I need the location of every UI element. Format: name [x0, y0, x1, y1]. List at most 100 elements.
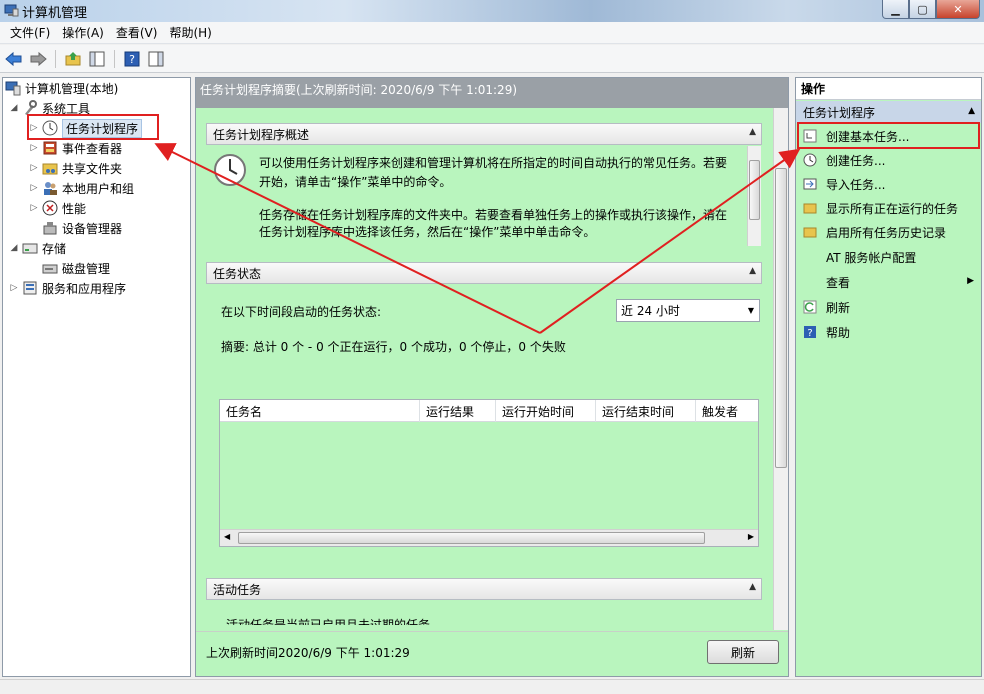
console-tree[interactable]: 计算机管理(本地) ◢ 系统工具 ▷ 任务计划程序 ▷ 事件查看器 ▷ 共享文件… — [2, 77, 191, 677]
performance-icon — [42, 200, 58, 216]
refresh-button[interactable]: 刷新 — [707, 640, 779, 664]
tree-node-label: 共享文件夹 — [62, 161, 123, 176]
tree-node-local-users[interactable]: ▷ 本地用户和组 — [29, 178, 134, 198]
up-level-button[interactable] — [63, 49, 83, 69]
actions-group-header[interactable]: 任务计划程序 ▲ — [796, 101, 981, 123]
action-at-service-config[interactable]: AT 服务帐户配置 — [796, 245, 981, 269]
tree-node-services-apps[interactable]: ▷ 服务和应用程序 — [9, 278, 126, 298]
action-label: 显示所有正在运行的任务 — [826, 201, 959, 216]
show-hide-action-pane-button[interactable] — [146, 49, 166, 69]
menu-view[interactable]: 查看(V) — [110, 24, 164, 41]
tree-node-label: 存储 — [42, 241, 67, 256]
expanded-arrow-icon[interactable]: ◢ — [9, 103, 19, 113]
action-create-task[interactable]: 创建任务... — [796, 148, 981, 172]
overview-section-header[interactable]: 任务计划程序概述 ▲ — [206, 123, 762, 145]
show-hide-tree-button[interactable] — [87, 49, 107, 69]
forward-button[interactable] — [28, 49, 48, 69]
table-horizontal-scrollbar[interactable]: ◀ ▶ — [220, 529, 758, 546]
action-label: 帮助 — [826, 325, 851, 340]
action-enable-history[interactable]: 启用所有任务历史记录 — [796, 220, 981, 244]
tree-node-label: 本地用户和组 — [62, 181, 135, 196]
column-header-run-end[interactable]: 运行结束时间 — [596, 400, 696, 422]
tree-node-root[interactable]: 计算机管理(本地) — [5, 78, 118, 98]
close-button[interactable]: ✕ — [936, 0, 980, 19]
period-label: 在以下时间段启动的任务状态: — [221, 305, 382, 319]
tree-node-shared-folders[interactable]: ▷ 共享文件夹 — [29, 158, 122, 178]
collapse-icon[interactable]: ▲ — [749, 266, 756, 276]
tree-node-label: 设备管理器 — [62, 221, 123, 236]
back-button[interactable] — [4, 49, 24, 69]
column-header-run-start[interactable]: 运行开始时间 — [496, 400, 596, 422]
toolbar-separator — [55, 49, 56, 68]
tree-node-disk-management[interactable]: 磁盘管理 — [42, 258, 110, 278]
scrollbar-thumb[interactable] — [775, 168, 787, 468]
tree-node-label: 磁盘管理 — [62, 261, 111, 276]
collapsed-arrow-icon[interactable]: ▷ — [29, 203, 39, 213]
period-select[interactable]: 近 24 小时 ▼ — [616, 299, 760, 322]
center-scrollbar[interactable] — [773, 108, 788, 630]
task-scheduler-clock-icon — [214, 154, 246, 186]
tree-node-label: 计算机管理(本地) — [25, 81, 119, 96]
minimize-button[interactable]: ▁ — [882, 0, 909, 19]
action-import-task[interactable]: 导入任务... — [796, 172, 981, 196]
overview-text-line: 开始，请单击“操作”菜单中的命令。 — [259, 175, 452, 189]
summary-header: 任务计划程序摘要(上次刷新时间: 2020/6/9 下午 1:01:29) — [196, 78, 788, 108]
collapse-icon[interactable]: ▲ — [749, 127, 756, 137]
menu-file[interactable]: 文件(F) — [4, 24, 56, 41]
scrollbar-thumb[interactable] — [749, 160, 760, 220]
users-icon — [42, 180, 58, 196]
action-refresh[interactable]: 刷新 — [796, 295, 981, 319]
column-header-run-result[interactable]: 运行结果 — [420, 400, 496, 422]
chevron-down-icon: ▼ — [747, 306, 754, 315]
tree-node-event-viewer[interactable]: ▷ 事件查看器 — [29, 138, 122, 158]
overview-text-line: 任务计划程序库中选择该任务，然后在“操作”菜单中单击命令。 — [259, 225, 596, 239]
window-title: 计算机管理 — [22, 6, 88, 21]
action-help[interactable]: ? 帮助 — [796, 320, 981, 344]
status-title: 任务状态 — [213, 266, 262, 281]
action-show-running-tasks[interactable]: 显示所有正在运行的任务 — [796, 196, 981, 220]
tree-node-performance[interactable]: ▷ 性能 — [29, 198, 86, 218]
tree-node-device-manager[interactable]: 设备管理器 — [42, 218, 122, 238]
action-label: 启用所有任务历史记录 — [826, 225, 947, 240]
forward-arrow-icon — [30, 51, 47, 66]
active-section-header[interactable]: 活动任务 ▲ — [206, 578, 762, 600]
help-button[interactable]: ? — [122, 49, 142, 69]
scroll-right-icon[interactable]: ▶ — [748, 532, 754, 541]
table-header: 任务名 运行结果 运行开始时间 运行结束时间 触发者 — [220, 400, 758, 422]
collapsed-arrow-icon[interactable]: ▷ — [29, 143, 39, 153]
title-bar: 计算机管理 ▁ ▢ ✕ — [0, 0, 984, 22]
event-log-icon — [42, 140, 58, 156]
computer-management-icon — [4, 4, 19, 17]
collapsed-arrow-icon[interactable]: ▷ — [29, 183, 39, 193]
active-partial-text: 活动任务是当前已启用且未过期的任务。 — [226, 618, 443, 625]
last-refresh-text: 上次刷新时间2020/6/9 下午 1:01:29 — [206, 646, 410, 660]
tree-node-storage[interactable]: ◢ 存储 — [9, 238, 66, 258]
column-header-triggered-by[interactable]: 触发者 — [696, 400, 758, 422]
actions-title: 操作 — [796, 78, 981, 100]
column-header-task-name[interactable]: 任务名 — [220, 400, 420, 422]
storage-icon — [22, 240, 38, 256]
collapsed-arrow-icon[interactable]: ▷ — [29, 163, 39, 173]
action-label: 刷新 — [826, 300, 851, 315]
status-section-header[interactable]: 任务状态 ▲ — [206, 262, 762, 284]
action-pane-icon — [148, 51, 164, 66]
submenu-arrow-icon: ▶ — [967, 276, 974, 286]
overview-scrollbar[interactable] — [747, 146, 761, 246]
scroll-left-icon[interactable]: ◀ — [224, 532, 230, 541]
collapse-icon[interactable]: ▲ — [749, 582, 756, 592]
collapse-icon[interactable]: ▲ — [968, 106, 975, 116]
task-status-table[interactable]: 任务名 运行结果 运行开始时间 运行结束时间 触发者 ◀ ▶ — [219, 399, 759, 547]
menu-help[interactable]: 帮助(H) — [163, 24, 217, 41]
scrollbar-thumb[interactable] — [238, 532, 705, 544]
action-view[interactable]: 查看 ▶ — [796, 270, 981, 294]
collapsed-arrow-icon[interactable]: ▷ — [9, 283, 19, 293]
actions-pane: 操作 任务计划程序 ▲ 创建基本任务... 创建任务... 导入任务... 显示… — [795, 77, 982, 677]
menu-action[interactable]: 操作(A) — [56, 24, 110, 41]
help-icon: ? — [802, 324, 818, 340]
overview-text-line: 可以使用任务计划程序来创建和管理计算机将在所指定的时间自动执行的常见任务。若要 — [259, 156, 728, 170]
action-label: 导入任务... — [826, 177, 886, 192]
tree-node-label: 性能 — [62, 201, 87, 216]
maximize-button[interactable]: ▢ — [909, 0, 936, 19]
highlight-create-basic-task — [797, 122, 980, 149]
expanded-arrow-icon[interactable]: ◢ — [9, 243, 19, 253]
